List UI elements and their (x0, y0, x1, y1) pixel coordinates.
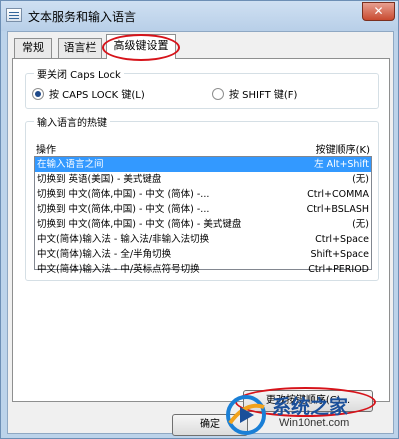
list-item[interactable]: 切换到 英语(美国) - 美式键盘 (无) (35, 172, 371, 187)
keyboard-settings-icon (6, 8, 22, 22)
hotkey-action: 中文(简体)输入法 - 中/英标点符号切换 (37, 264, 200, 275)
watermark-subtitle: Win10net.com (279, 417, 350, 429)
hotkey-keys: Ctrl+Space (315, 234, 369, 245)
hotkey-keys: Ctrl+PERIOD (308, 264, 369, 275)
hotkeys-group: 输入语言的热键 操作 按键顺序(K) 在输入语言之间 左 Alt+Shift 切… (25, 114, 379, 281)
list-item[interactable]: 切换到 中文(简体,中国) - 中文 (简体) -... Ctrl+COMMA (35, 187, 371, 202)
hotkeys-listview[interactable]: 操作 按键顺序(K) 在输入语言之间 左 Alt+Shift 切换到 英语(美国… (34, 140, 372, 275)
hotkey-keys: Ctrl+BSLASH (306, 204, 369, 215)
hotkey-keys: (无) (352, 219, 369, 230)
tab-page-advanced: 要关闭 Caps Lock 按 CAPS LOCK 键(L) 按 SHIFT 键… (12, 58, 390, 412)
radio-button-checked[interactable] (32, 87, 44, 100)
window-title: 文本服务和输入语言 (28, 10, 137, 24)
dialog-client-area: 常规 语言栏 高级键设置 要关闭 Caps Lock 按 CAPS LOCK 键… (7, 31, 394, 436)
tab-highlight-annotation (102, 34, 180, 61)
hotkeys-legend: 输入语言的热键 (34, 114, 110, 129)
listview-header: 操作 按键顺序(K) (34, 140, 372, 156)
hotkey-action: 在输入语言之间 (37, 159, 104, 170)
radio-button-unchecked[interactable] (212, 87, 224, 100)
hotkey-keys: Ctrl+COMMA (307, 189, 369, 200)
hotkey-keys: Shift+Space (310, 249, 369, 260)
caps-lock-option-shift[interactable]: 按 SHIFT 键(F) (212, 86, 297, 101)
hotkey-action: 切换到 英语(美国) - 美式键盘 (37, 174, 162, 185)
site-logo-icon (226, 395, 266, 435)
hotkey-action: 切换到 中文(简体,中国) - 中文 (简体) -... (37, 204, 210, 215)
caps-option-label: 按 CAPS LOCK 键(L) (49, 90, 145, 101)
column-header-action[interactable]: 操作 (36, 141, 56, 156)
hotkey-action: 中文(简体)输入法 - 输入法/非输入法切换 (37, 234, 210, 245)
column-header-keys[interactable]: 按键顺序(K) (316, 141, 370, 156)
tab-general[interactable]: 常规 (14, 38, 52, 58)
caps-lock-group: 要关闭 Caps Lock 按 CAPS LOCK 键(L) 按 SHIFT 键… (25, 66, 379, 109)
list-item[interactable]: 切换到 中文(简体,中国) - 中文 (简体) - 美式键盘 (无) (35, 217, 371, 232)
tab-language-bar[interactable]: 语言栏 (58, 38, 102, 58)
list-item[interactable]: 在输入语言之间 左 Alt+Shift (35, 157, 371, 172)
watermark-title: 系统之家 (272, 396, 349, 418)
watermark: 系统之家 Win10net.com (224, 389, 399, 439)
close-button[interactable]: ✕ (362, 2, 395, 21)
list-item[interactable]: 中文(简体)输入法 - 中/英标点符号切换 Ctrl+PERIOD (35, 262, 371, 277)
hotkey-keys: (无) (352, 174, 369, 185)
hotkey-keys: 左 Alt+Shift (314, 159, 369, 170)
hotkey-action: 切换到 中文(简体,中国) - 中文 (简体) - 美式键盘 (37, 219, 242, 230)
caps-lock-option-caps[interactable]: 按 CAPS LOCK 键(L) (32, 86, 145, 101)
list-item[interactable]: 中文(简体)输入法 - 输入法/非输入法切换 Ctrl+Space (35, 232, 371, 247)
list-item[interactable]: 切换到 中文(简体,中国) - 中文 (简体) -... Ctrl+BSLASH (35, 202, 371, 217)
list-item[interactable]: 中文(简体)输入法 - 全/半角切换 Shift+Space (35, 247, 371, 262)
shift-option-label: 按 SHIFT 键(F) (229, 90, 298, 101)
dialog-window: 文本服务和输入语言 ✕ 常规 语言栏 高级键设置 要关闭 Caps Lock 按… (0, 0, 399, 439)
listview-body: 在输入语言之间 左 Alt+Shift 切换到 英语(美国) - 美式键盘 (无… (34, 156, 372, 275)
caps-lock-legend: 要关闭 Caps Lock (34, 66, 124, 81)
title-bar[interactable]: 文本服务和输入语言 ✕ (1, 1, 398, 31)
hotkey-action: 切换到 中文(简体,中国) - 中文 (简体) -... (37, 189, 210, 200)
hotkey-action: 中文(简体)输入法 - 全/半角切换 (37, 249, 172, 260)
